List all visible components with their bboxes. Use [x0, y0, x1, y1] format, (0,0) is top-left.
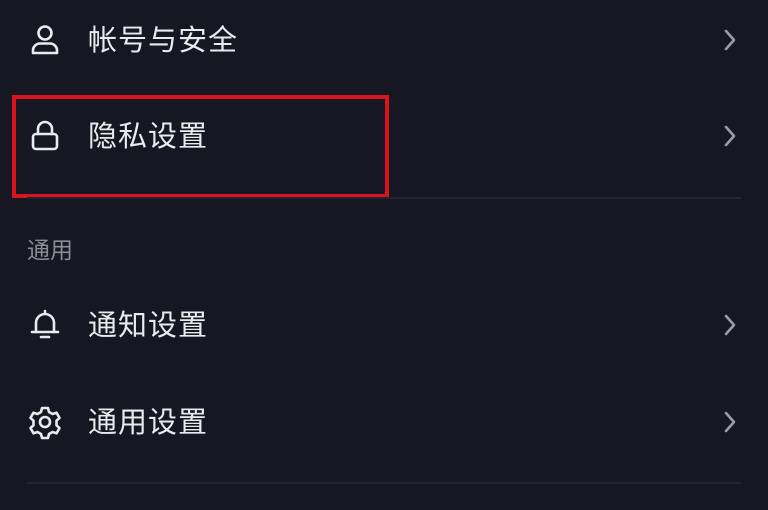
settings-item-privacy[interactable]: 隐私设置 — [0, 116, 768, 158]
settings-item-label: 帐号与安全 — [88, 23, 239, 57]
chevron-right-icon — [719, 310, 741, 340]
settings-screen: 帐号与安全 隐私设置 通用 通知设置 通用设置 — [0, 0, 768, 510]
chevron-right-icon — [719, 121, 741, 151]
gear-icon — [27, 404, 63, 440]
settings-item-label: 通用设置 — [88, 405, 209, 439]
bell-icon — [27, 307, 63, 343]
settings-item-label: 隐私设置 — [88, 119, 209, 153]
settings-item-general[interactable]: 通用设置 — [0, 402, 768, 442]
divider — [27, 197, 741, 199]
divider — [27, 482, 741, 484]
settings-item-label: 通知设置 — [88, 308, 209, 342]
section-header-general: 通用 — [27, 238, 73, 264]
user-icon — [27, 22, 63, 58]
chevron-right-icon — [719, 25, 741, 55]
lock-icon — [27, 118, 63, 154]
settings-item-notifications[interactable]: 通知设置 — [0, 305, 768, 345]
settings-item-account-security[interactable]: 帐号与安全 — [0, 20, 768, 60]
chevron-right-icon — [719, 407, 741, 437]
